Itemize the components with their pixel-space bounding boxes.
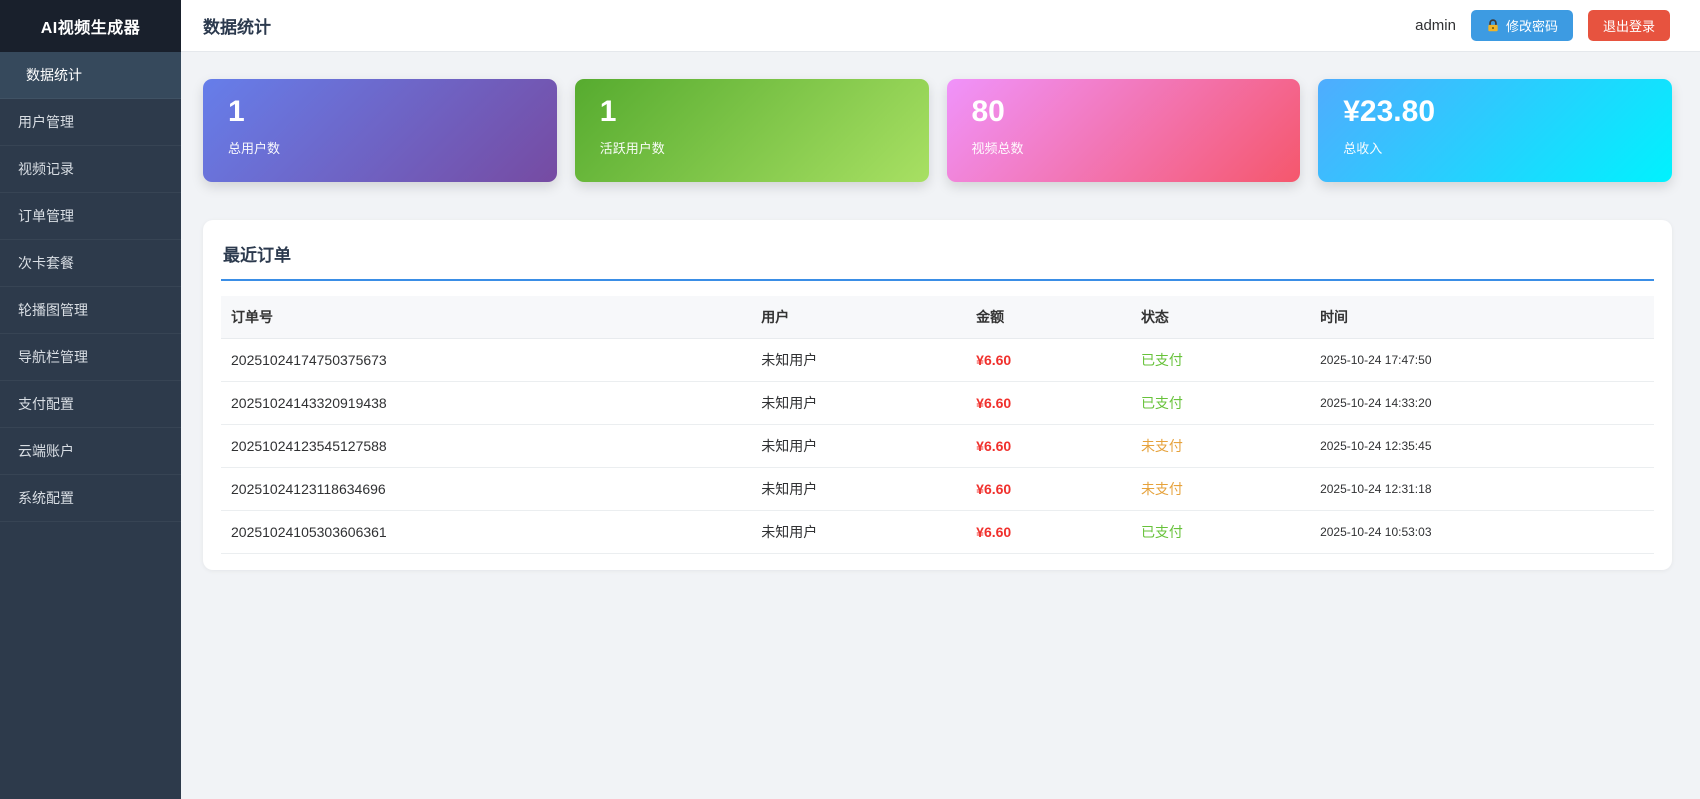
stat-card: 1 活跃用户数: [575, 79, 929, 182]
orders-column-header: 状态: [1131, 296, 1310, 339]
stat-card-label: 视频总数: [972, 138, 1301, 157]
sidebar-item-label: 系统配置: [18, 490, 74, 506]
sidebar-item[interactable]: 系统配置: [0, 475, 181, 522]
change-password-button[interactable]: 修改密码: [1471, 10, 1573, 41]
order-user-cell: 未知用户: [751, 339, 966, 382]
sidebar-item-label: 视频记录: [18, 161, 74, 177]
sidebar-item-label: 次卡套餐: [18, 255, 74, 271]
table-row: 20251024123545127588 未知用户 ¥6.60 未支付 2025…: [221, 425, 1654, 468]
order-amount-cell: ¥6.60: [966, 511, 1131, 554]
stat-card-value: 1: [228, 95, 557, 130]
sidebar-item[interactable]: 导航栏管理: [0, 334, 181, 381]
sidebar-item[interactable]: 轮播图管理: [0, 287, 181, 334]
sidebar-item[interactable]: 订单管理: [0, 193, 181, 240]
orders-table: 订单号用户金额状态时间 20251024174750375673 未知用户 ¥6…: [221, 296, 1654, 554]
table-row: 20251024123118634696 未知用户 ¥6.60 未支付 2025…: [221, 468, 1654, 511]
stat-card: 1 总用户数: [203, 79, 557, 182]
order-time-cell: 2025-10-24 10:53:03: [1310, 511, 1654, 554]
sidebar-item-label: 云端账户: [18, 443, 74, 459]
stat-card: 80 视频总数: [947, 79, 1301, 182]
orders-table-head: 订单号用户金额状态时间: [221, 296, 1654, 339]
sidebar-item-label: 用户管理: [18, 114, 74, 130]
order-user-cell: 未知用户: [751, 468, 966, 511]
order-user-cell: 未知用户: [751, 382, 966, 425]
stat-card-label: 总收入: [1343, 138, 1672, 157]
table-row: 20251024105303606361 未知用户 ¥6.60 已支付 2025…: [221, 511, 1654, 554]
app-logo-title: AI视频生成器: [0, 0, 181, 52]
sidebar-item-label: 订单管理: [18, 208, 74, 224]
page-title: 数据统计: [203, 13, 271, 38]
order-number-cell: 20251024123545127588: [221, 425, 751, 468]
content: 1 总用户数 1 活跃用户数 80 视频总数 ¥23.80 总收入 最近订单 订…: [181, 52, 1700, 799]
sidebar-item[interactable]: 支付配置: [0, 381, 181, 428]
order-amount-cell: ¥6.60: [966, 468, 1131, 511]
main-area: 数据统计 admin 修改密码 退出登录 1 总用户数: [181, 0, 1700, 799]
stat-card-label: 总用户数: [228, 138, 557, 157]
sidebar: AI视频生成器 数据统计 用户管理 视频记录 订单管理 次卡套餐 轮播图管理 导…: [0, 0, 181, 799]
sidebar-item-label: 支付配置: [18, 396, 74, 412]
stat-card-label: 活跃用户数: [600, 138, 929, 157]
lock-icon: [1486, 19, 1500, 33]
stat-card-value: 1: [600, 95, 929, 130]
order-status-cell: 已支付: [1131, 339, 1310, 382]
order-time-cell: 2025-10-24 12:31:18: [1310, 468, 1654, 511]
order-status-cell: 已支付: [1131, 511, 1310, 554]
order-number-cell: 20251024143320919438: [221, 382, 751, 425]
sidebar-item[interactable]: 次卡套餐: [0, 240, 181, 287]
order-status-cell: 未支付: [1131, 468, 1310, 511]
order-number-cell: 20251024123118634696: [221, 468, 751, 511]
order-user-cell: 未知用户: [751, 425, 966, 468]
order-amount-cell: ¥6.60: [966, 382, 1131, 425]
orders-table-body: 20251024174750375673 未知用户 ¥6.60 已支付 2025…: [221, 339, 1654, 554]
logout-label: 退出登录: [1603, 16, 1655, 35]
sidebar-item[interactable]: 数据统计: [0, 52, 181, 99]
recent-orders-panel: 最近订单 订单号用户金额状态时间 20251024174750375673 未知…: [203, 220, 1672, 570]
orders-column-header: 用户: [751, 296, 966, 339]
table-row: 20251024143320919438 未知用户 ¥6.60 已支付 2025…: [221, 382, 1654, 425]
stat-card: ¥23.80 总收入: [1318, 79, 1672, 182]
sidebar-item-label: 数据统计: [26, 67, 82, 83]
order-number-cell: 20251024105303606361: [221, 511, 751, 554]
sidebar-item-label: 轮播图管理: [18, 302, 88, 318]
logout-button[interactable]: 退出登录: [1588, 10, 1670, 41]
username: admin: [1415, 17, 1456, 34]
order-status-cell: 已支付: [1131, 382, 1310, 425]
order-amount-cell: ¥6.60: [966, 339, 1131, 382]
order-status-cell: 未支付: [1131, 425, 1310, 468]
sidebar-item[interactable]: 云端账户: [0, 428, 181, 475]
stat-card-value: ¥23.80: [1343, 95, 1672, 130]
topbar-right: admin 修改密码 退出登录: [1415, 10, 1670, 41]
order-time-cell: 2025-10-24 14:33:20: [1310, 382, 1654, 425]
recent-orders-title: 最近订单: [221, 237, 1654, 281]
sidebar-menu: 数据统计 用户管理 视频记录 订单管理 次卡套餐 轮播图管理 导航栏管理 支付配…: [0, 52, 181, 522]
sidebar-item[interactable]: 用户管理: [0, 99, 181, 146]
orders-column-header: 时间: [1310, 296, 1654, 339]
order-amount-cell: ¥6.60: [966, 425, 1131, 468]
change-password-label: 修改密码: [1506, 16, 1558, 35]
order-time-cell: 2025-10-24 17:47:50: [1310, 339, 1654, 382]
order-user-cell: 未知用户: [751, 511, 966, 554]
orders-header-row: 订单号用户金额状态时间: [221, 296, 1654, 339]
topbar: 数据统计 admin 修改密码 退出登录: [181, 0, 1700, 52]
stat-card-value: 80: [972, 95, 1301, 130]
sidebar-item[interactable]: 视频记录: [0, 146, 181, 193]
sidebar-item-label: 导航栏管理: [18, 349, 88, 365]
orders-column-header: 金额: [966, 296, 1131, 339]
stat-cards: 1 总用户数 1 活跃用户数 80 视频总数 ¥23.80 总收入: [203, 79, 1672, 182]
orders-column-header: 订单号: [221, 296, 751, 339]
order-number-cell: 20251024174750375673: [221, 339, 751, 382]
order-time-cell: 2025-10-24 12:35:45: [1310, 425, 1654, 468]
table-row: 20251024174750375673 未知用户 ¥6.60 已支付 2025…: [221, 339, 1654, 382]
